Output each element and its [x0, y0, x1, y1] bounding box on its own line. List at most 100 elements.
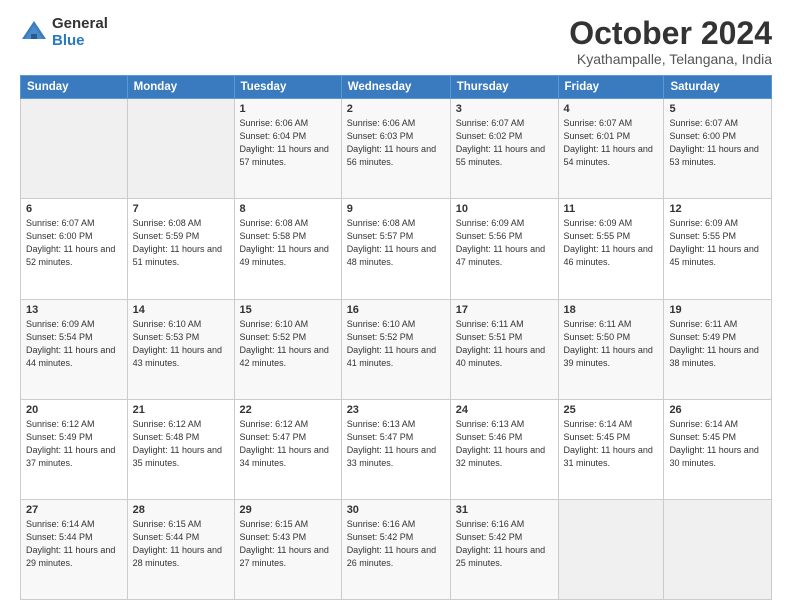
day-info: Sunrise: 6:11 AM Sunset: 5:50 PM Dayligh…: [564, 318, 659, 370]
day-info: Sunrise: 6:12 AM Sunset: 5:47 PM Dayligh…: [240, 418, 336, 470]
calendar-cell: 8 Sunrise: 6:08 AM Sunset: 5:58 PM Daylig…: [234, 199, 341, 299]
logo-icon: [20, 19, 48, 47]
day-number: 18: [564, 304, 659, 316]
col-tuesday: Tuesday: [234, 76, 341, 99]
calendar-cell: 5 Sunrise: 6:07 AM Sunset: 6:00 PM Daylig…: [664, 99, 772, 199]
calendar-cell: 29 Sunrise: 6:15 AM Sunset: 5:43 PM Dayli…: [234, 499, 341, 599]
day-info: Sunrise: 6:12 AM Sunset: 5:49 PM Dayligh…: [26, 418, 122, 470]
calendar-cell: 2 Sunrise: 6:06 AM Sunset: 6:03 PM Daylig…: [341, 99, 450, 199]
day-number: 30: [347, 504, 445, 516]
calendar-cell: 9 Sunrise: 6:08 AM Sunset: 5:57 PM Daylig…: [341, 199, 450, 299]
day-info: Sunrise: 6:13 AM Sunset: 5:46 PM Dayligh…: [456, 418, 553, 470]
day-info: Sunrise: 6:08 AM Sunset: 5:57 PM Dayligh…: [347, 217, 445, 269]
col-wednesday: Wednesday: [341, 76, 450, 99]
day-number: 16: [347, 304, 445, 316]
calendar-cell: 19Sunrise: 6:11 AM Sunset: 5:49 PM Dayli…: [664, 299, 772, 399]
col-sunday: Sunday: [21, 76, 128, 99]
day-number: 14: [133, 304, 229, 316]
day-info: Sunrise: 6:09 AM Sunset: 5:55 PM Dayligh…: [669, 217, 766, 269]
day-number: 7: [133, 203, 229, 215]
header-row: Sunday Monday Tuesday Wednesday Thursday…: [21, 76, 772, 99]
day-info: Sunrise: 6:15 AM Sunset: 5:44 PM Dayligh…: [133, 518, 229, 570]
day-info: Sunrise: 6:08 AM Sunset: 5:58 PM Dayligh…: [240, 217, 336, 269]
day-number: 13: [26, 304, 122, 316]
calendar-cell: [664, 499, 772, 599]
day-info: Sunrise: 6:06 AM Sunset: 6:03 PM Dayligh…: [347, 117, 445, 169]
day-number: 6: [26, 203, 122, 215]
calendar-cell: 26Sunrise: 6:14 AM Sunset: 5:45 PM Dayli…: [664, 399, 772, 499]
calendar-cell: 3 Sunrise: 6:07 AM Sunset: 6:02 PM Daylig…: [450, 99, 558, 199]
day-info: Sunrise: 6:16 AM Sunset: 5:42 PM Dayligh…: [456, 518, 553, 570]
day-number: 10: [456, 203, 553, 215]
day-number: 22: [240, 404, 336, 416]
calendar-table: Sunday Monday Tuesday Wednesday Thursday…: [20, 75, 772, 600]
calendar-cell: 23Sunrise: 6:13 AM Sunset: 5:47 PM Dayli…: [341, 399, 450, 499]
calendar-cell: 16 Sunrise: 6:10 AM Sunset: 5:52 PM Dayli…: [341, 299, 450, 399]
logo-blue-text: Blue: [52, 33, 108, 50]
calendar-cell: 6 Sunrise: 6:07 AM Sunset: 6:00 PM Daylig…: [21, 199, 128, 299]
day-info: Sunrise: 6:15 AM Sunset: 5:43 PM Dayligh…: [240, 518, 336, 570]
calendar-cell: 10Sunrise: 6:09 AM Sunset: 5:56 PM Dayli…: [450, 199, 558, 299]
page: General Blue October 2024 Kyathampalle, …: [0, 0, 792, 612]
day-info: Sunrise: 6:07 AM Sunset: 6:02 PM Dayligh…: [456, 117, 553, 169]
day-info: Sunrise: 6:11 AM Sunset: 5:49 PM Dayligh…: [669, 318, 766, 370]
title-block: October 2024 Kyathampalle, Telangana, In…: [569, 16, 772, 67]
day-number: 9: [347, 203, 445, 215]
day-number: 29: [240, 504, 336, 516]
calendar-cell: 18 Sunrise: 6:11 AM Sunset: 5:50 PM Dayli…: [558, 299, 664, 399]
day-number: 2: [347, 103, 445, 115]
calendar-cell: 25 Sunrise: 6:14 AM Sunset: 5:45 PM Dayli…: [558, 399, 664, 499]
calendar-cell: 22 Sunrise: 6:12 AM Sunset: 5:47 PM Dayli…: [234, 399, 341, 499]
day-number: 5: [669, 103, 766, 115]
location-title: Kyathampalle, Telangana, India: [569, 51, 772, 67]
day-info: Sunrise: 6:13 AM Sunset: 5:47 PM Dayligh…: [347, 418, 445, 470]
day-info: Sunrise: 6:07 AM Sunset: 6:00 PM Dayligh…: [669, 117, 766, 169]
day-info: Sunrise: 6:10 AM Sunset: 5:52 PM Dayligh…: [347, 318, 445, 370]
logo-general-text: General: [52, 16, 108, 33]
calendar-cell: [21, 99, 128, 199]
week-row-2: 13Sunrise: 6:09 AM Sunset: 5:54 PM Dayli…: [21, 299, 772, 399]
day-number: 31: [456, 504, 553, 516]
calendar-cell: 24Sunrise: 6:13 AM Sunset: 5:46 PM Dayli…: [450, 399, 558, 499]
logo-text: General Blue: [52, 16, 108, 49]
calendar-cell: 27 Sunrise: 6:14 AM Sunset: 5:44 PM Dayli…: [21, 499, 128, 599]
calendar-cell: 14 Sunrise: 6:10 AM Sunset: 5:53 PM Dayli…: [127, 299, 234, 399]
day-info: Sunrise: 6:06 AM Sunset: 6:04 PM Dayligh…: [240, 117, 336, 169]
day-info: Sunrise: 6:16 AM Sunset: 5:42 PM Dayligh…: [347, 518, 445, 570]
day-number: 27: [26, 504, 122, 516]
day-number: 25: [564, 404, 659, 416]
day-info: Sunrise: 6:07 AM Sunset: 6:00 PM Dayligh…: [26, 217, 122, 269]
day-info: Sunrise: 6:14 AM Sunset: 5:45 PM Dayligh…: [669, 418, 766, 470]
calendar-cell: 28 Sunrise: 6:15 AM Sunset: 5:44 PM Dayli…: [127, 499, 234, 599]
calendar-cell: 20 Sunrise: 6:12 AM Sunset: 5:49 PM Dayli…: [21, 399, 128, 499]
day-number: 3: [456, 103, 553, 115]
day-info: Sunrise: 6:10 AM Sunset: 5:53 PM Dayligh…: [133, 318, 229, 370]
calendar-cell: 15Sunrise: 6:10 AM Sunset: 5:52 PM Dayli…: [234, 299, 341, 399]
day-number: 20: [26, 404, 122, 416]
calendar-cell: [127, 99, 234, 199]
week-row-4: 27 Sunrise: 6:14 AM Sunset: 5:44 PM Dayli…: [21, 499, 772, 599]
day-info: Sunrise: 6:11 AM Sunset: 5:51 PM Dayligh…: [456, 318, 553, 370]
day-number: 1: [240, 103, 336, 115]
logo: General Blue: [20, 16, 108, 49]
day-info: Sunrise: 6:14 AM Sunset: 5:44 PM Dayligh…: [26, 518, 122, 570]
day-number: 28: [133, 504, 229, 516]
day-info: Sunrise: 6:08 AM Sunset: 5:59 PM Dayligh…: [133, 217, 229, 269]
day-number: 4: [564, 103, 659, 115]
day-number: 17: [456, 304, 553, 316]
calendar-cell: 17 Sunrise: 6:11 AM Sunset: 5:51 PM Dayli…: [450, 299, 558, 399]
day-info: Sunrise: 6:14 AM Sunset: 5:45 PM Dayligh…: [564, 418, 659, 470]
day-number: 8: [240, 203, 336, 215]
day-number: 11: [564, 203, 659, 215]
day-info: Sunrise: 6:12 AM Sunset: 5:48 PM Dayligh…: [133, 418, 229, 470]
day-number: 21: [133, 404, 229, 416]
calendar-cell: 7 Sunrise: 6:08 AM Sunset: 5:59 PM Daylig…: [127, 199, 234, 299]
day-info: Sunrise: 6:09 AM Sunset: 5:55 PM Dayligh…: [564, 217, 659, 269]
col-monday: Monday: [127, 76, 234, 99]
calendar-cell: 13Sunrise: 6:09 AM Sunset: 5:54 PM Dayli…: [21, 299, 128, 399]
day-info: Sunrise: 6:10 AM Sunset: 5:52 PM Dayligh…: [240, 318, 336, 370]
month-title: October 2024: [569, 16, 772, 51]
col-saturday: Saturday: [664, 76, 772, 99]
week-row-1: 6 Sunrise: 6:07 AM Sunset: 6:00 PM Daylig…: [21, 199, 772, 299]
day-info: Sunrise: 6:07 AM Sunset: 6:01 PM Dayligh…: [564, 117, 659, 169]
